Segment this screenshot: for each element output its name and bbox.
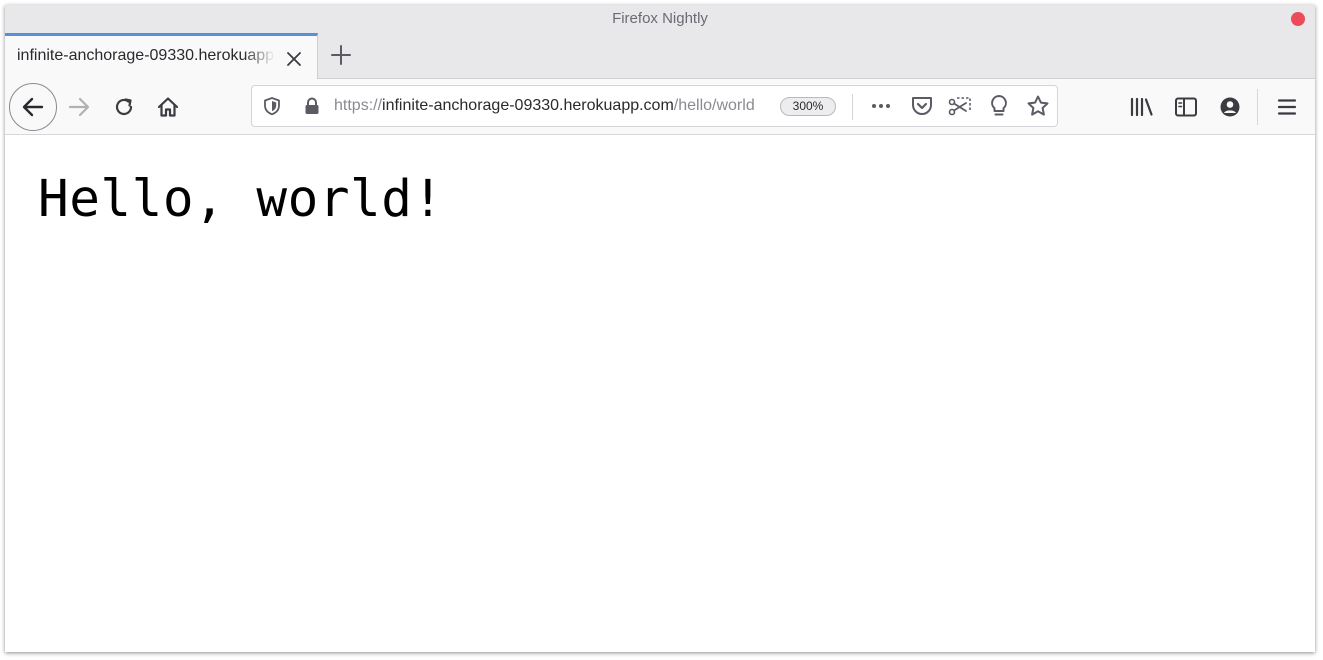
plus-icon[interactable] (329, 43, 353, 67)
sidebar-button[interactable] (1170, 91, 1202, 123)
arrow-right-icon (66, 94, 92, 120)
window-close-button[interactable] (1291, 12, 1305, 26)
url-scheme: https:// (334, 97, 383, 114)
library-button[interactable] (1126, 91, 1158, 123)
menu-button[interactable] (1271, 91, 1303, 123)
page-heading: Hello, world! (38, 170, 444, 229)
lock-icon[interactable] (302, 96, 322, 116)
close-icon[interactable] (284, 49, 304, 69)
account-icon (1219, 96, 1241, 118)
toolbar-divider (1257, 89, 1258, 125)
home-button[interactable] (152, 91, 184, 123)
library-icon (1129, 95, 1155, 119)
tab-label: infinite-anchorage-09330.herokuapp.com/h… (17, 47, 275, 64)
hamburger-menu-icon (1276, 96, 1298, 118)
reload-button[interactable] (108, 91, 140, 123)
sidebar-icon (1174, 96, 1198, 118)
reload-icon (112, 95, 136, 119)
tab-strip: infinite-anchorage-09330.herokuapp.com/h… (5, 33, 1315, 79)
star-icon[interactable] (1026, 94, 1050, 118)
page-content: Hello, world! (5, 136, 1315, 652)
lightbulb-icon[interactable] (988, 94, 1010, 118)
arrow-left-icon (20, 94, 46, 120)
ellipsis-icon[interactable] (869, 96, 893, 116)
window-title: Firefox Nightly (612, 10, 708, 27)
url-bar-divider (852, 94, 853, 120)
home-icon (156, 95, 180, 119)
account-button[interactable] (1214, 91, 1246, 123)
scissors-icon[interactable] (948, 95, 972, 117)
url-bar[interactable]: https://infinite-anchorage-09330.herokua… (251, 85, 1058, 127)
pocket-icon[interactable] (910, 95, 934, 117)
shield-icon[interactable] (262, 96, 282, 116)
zoom-level-badge[interactable]: 300% (780, 97, 836, 116)
navigation-toolbar: https://infinite-anchorage-09330.herokua… (5, 79, 1315, 135)
url-path: /hello/world (673, 97, 755, 114)
url-text[interactable]: https://infinite-anchorage-09330.herokua… (334, 97, 755, 115)
title-bar: Firefox Nightly (5, 5, 1315, 33)
back-button[interactable] (9, 83, 57, 131)
forward-button[interactable] (63, 91, 95, 123)
url-host: infinite-anchorage-09330.herokuapp.com (382, 97, 674, 114)
browser-window: Firefox Nightly infinite-anchorage-09330… (5, 5, 1315, 652)
tab-active[interactable]: infinite-anchorage-09330.herokuapp.com/h… (5, 33, 318, 79)
